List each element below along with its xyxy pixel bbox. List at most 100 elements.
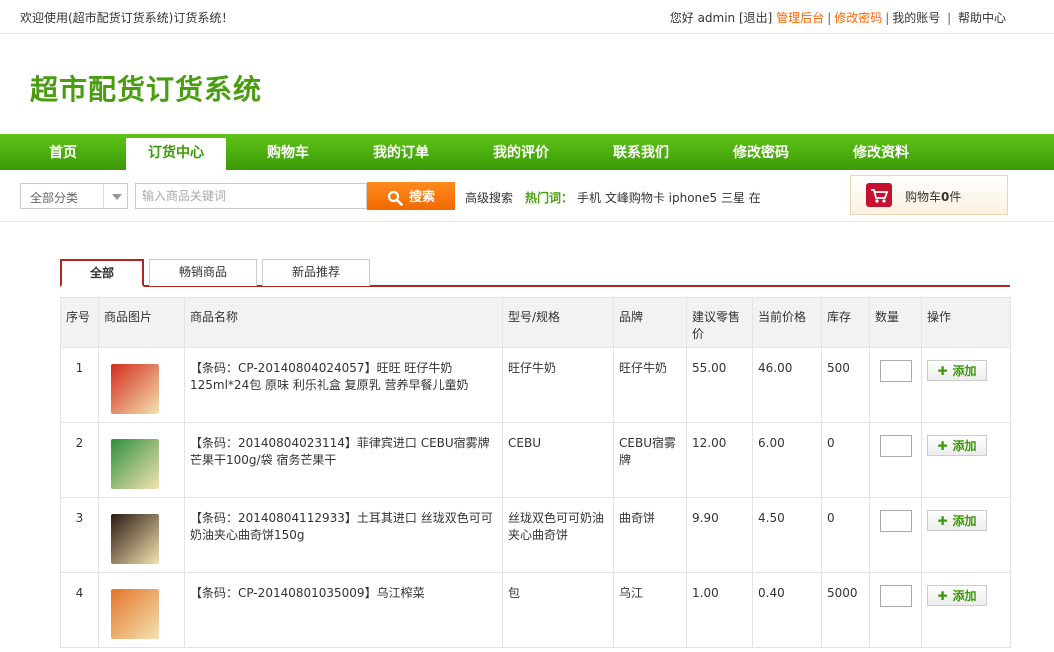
row-spec: 包: [502, 572, 614, 648]
product-image[interactable]: [111, 439, 159, 489]
row-spec: CEBU: [502, 422, 614, 498]
row-retail-price: 9.90: [686, 497, 753, 573]
product-tabs: 全部 畅销商品 新品推荐: [60, 259, 1010, 287]
header-current-price: 当前价格: [752, 297, 822, 348]
product-image[interactable]: [111, 514, 159, 564]
row-quantity-cell: [869, 497, 922, 573]
quantity-input[interactable]: [880, 360, 912, 382]
nav-edit-profile[interactable]: 修改资料: [831, 138, 931, 170]
row-index: 3: [60, 497, 99, 573]
search-button-label: 搜索: [408, 190, 435, 206]
header-actions: 操作: [921, 297, 1011, 348]
tab-best-sellers[interactable]: 畅销商品: [149, 259, 257, 286]
row-retail-price: 55.00: [686, 347, 753, 423]
admin-link[interactable]: 管理后台: [776, 11, 824, 25]
row-image-cell: [98, 347, 185, 423]
nav-order-center[interactable]: 订货中心: [126, 138, 226, 170]
cart-button[interactable]: 购物车0件: [850, 175, 1008, 215]
row-product-name[interactable]: 【条码：20140804023114】菲律宾进口 CEBU宿雾牌芒果干100g/…: [184, 422, 503, 498]
header-quantity: 数量: [869, 297, 922, 348]
tab-all[interactable]: 全部: [60, 259, 144, 287]
quantity-input[interactable]: [880, 585, 912, 607]
row-brand: CEBU宿雾牌: [613, 422, 687, 498]
row-product-name[interactable]: 【条码：20140804112933】土耳其进口 丝珑双色可可奶油夹心曲奇饼15…: [184, 497, 503, 573]
advanced-search-link[interactable]: 高级搜索: [465, 189, 513, 206]
my-account-link[interactable]: 我的账号: [892, 11, 940, 25]
row-product-name[interactable]: 【条码：CP-20140804024057】旺旺 旺仔牛奶125ml*24包 原…: [184, 347, 503, 423]
plus-icon: ✚: [937, 589, 948, 603]
help-center-link[interactable]: 帮助中心: [958, 11, 1006, 25]
header-name: 商品名称: [184, 297, 503, 348]
table-row: 2 【条码：20140804023114】菲律宾进口 CEBU宿雾牌芒果干100g…: [60, 422, 1011, 498]
search-input[interactable]: [135, 183, 367, 209]
add-to-cart-button[interactable]: ✚ 添加: [927, 585, 987, 606]
table-row: 1 【条码：CP-20140804024057】旺旺 旺仔牛奶125ml*24包 …: [60, 347, 1011, 423]
row-actions-cell: ✚ 添加: [921, 422, 1011, 498]
quantity-input[interactable]: [880, 435, 912, 457]
product-image[interactable]: [111, 589, 159, 639]
header-stock: 库存: [821, 297, 870, 348]
row-product-name[interactable]: 【条码：CP-20140801035009】乌江榨菜: [184, 572, 503, 648]
add-to-cart-button[interactable]: ✚ 添加: [927, 435, 987, 456]
site-logo[interactable]: 超市配货订货系统: [30, 68, 262, 108]
row-actions-cell: ✚ 添加: [921, 497, 1011, 573]
header-index: 序号: [60, 297, 99, 348]
change-password-link[interactable]: 修改密码: [834, 11, 882, 25]
row-spec: 丝珑双色可可奶油夹心曲奇饼: [502, 497, 614, 573]
row-quantity-cell: [869, 347, 922, 423]
main-nav: 首页 订货中心 购物车 我的订单 我的评价 联系我们 修改密码 修改资料: [0, 134, 1054, 170]
row-brand: 曲奇饼: [613, 497, 687, 573]
cart-text: 购物车0件: [905, 190, 962, 204]
row-quantity-cell: [869, 422, 922, 498]
row-retail-price: 1.00: [686, 572, 753, 648]
cart-icon: [866, 183, 892, 207]
row-actions-cell: ✚ 添加: [921, 347, 1011, 423]
product-table: 序号 商品图片 商品名称 型号/规格 品牌 建议零售价 当前价格 库存 数量 操…: [60, 297, 1011, 648]
row-brand: 乌江: [613, 572, 687, 648]
nav-my-reviews[interactable]: 我的评价: [471, 138, 571, 170]
add-to-cart-button[interactable]: ✚ 添加: [927, 510, 987, 531]
search-icon: [387, 190, 403, 206]
table-row: 3 【条码：20140804112933】土耳其进口 丝珑双色可可奶油夹心曲奇饼1…: [60, 497, 1011, 573]
row-image-cell: [98, 572, 185, 648]
hot-words-label: 热门词：: [525, 191, 574, 205]
welcome-text: 欢迎使用(超市配货订货系统)订货系统！: [20, 11, 234, 25]
search-button[interactable]: 搜索: [367, 182, 455, 210]
row-stock: 0: [821, 422, 870, 498]
row-stock: 500: [821, 347, 870, 423]
row-actions-cell: ✚ 添加: [921, 572, 1011, 648]
product-image[interactable]: [111, 364, 159, 414]
table-header-row: 序号 商品图片 商品名称 型号/规格 品牌 建议零售价 当前价格 库存 数量 操…: [60, 297, 1011, 348]
plus-icon: ✚: [937, 439, 948, 453]
row-spec: 旺仔牛奶: [502, 347, 614, 423]
plus-icon: ✚: [937, 364, 948, 378]
header-spec: 型号/规格: [502, 297, 614, 348]
row-stock: 0: [821, 497, 870, 573]
category-select-value: 全部分类: [30, 191, 79, 205]
greeting-logout[interactable]: 您好 admin [退出]: [670, 11, 773, 25]
row-index: 1: [60, 347, 99, 423]
row-retail-price: 12.00: [686, 422, 753, 498]
top-bar: 欢迎使用(超市配货订货系统)订货系统！ 您好 admin [退出] 管理后台 | 修…: [0, 0, 1054, 34]
table-row: 4 【条码：CP-20140801035009】乌江榨菜包乌江 1.00 0.40 50…: [60, 572, 1011, 648]
header-retail-price: 建议零售价: [686, 297, 753, 348]
nav-contact-us[interactable]: 联系我们: [591, 138, 691, 170]
add-to-cart-button[interactable]: ✚ 添加: [927, 360, 987, 381]
quantity-input[interactable]: [880, 510, 912, 532]
row-index: 2: [60, 422, 99, 498]
tab-new-arrivals[interactable]: 新品推荐: [262, 259, 370, 286]
nav-home[interactable]: 首页: [13, 138, 113, 170]
nav-change-password[interactable]: 修改密码: [711, 138, 811, 170]
row-quantity-cell: [869, 572, 922, 648]
row-index: 4: [60, 572, 99, 648]
category-select[interactable]: 全部分类: [20, 183, 128, 209]
chevron-down-icon[interactable]: [103, 184, 127, 208]
row-brand: 旺仔牛奶: [613, 347, 687, 423]
row-current-price: 6.00: [752, 422, 822, 498]
nav-cart[interactable]: 购物车: [238, 138, 338, 170]
nav-my-orders[interactable]: 我的订单: [351, 138, 451, 170]
row-stock: 5000: [821, 572, 870, 648]
row-current-price: 46.00: [752, 347, 822, 423]
hot-words-list[interactable]: 手机 文峰购物卡 iphone5 三星 在: [577, 191, 761, 205]
hot-words: 热门词： 手机 文峰购物卡 iphone5 三星 在: [525, 189, 761, 206]
